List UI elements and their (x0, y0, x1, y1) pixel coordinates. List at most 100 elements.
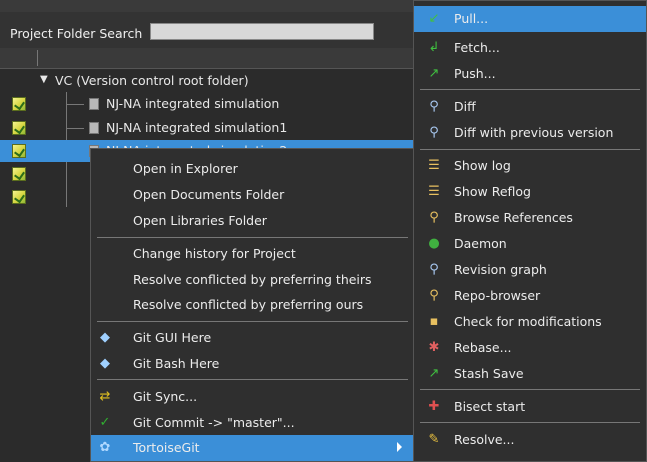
check-modifications-icon: ▪ (429, 314, 439, 329)
search-input[interactable] (150, 23, 374, 40)
menu-separator (420, 422, 640, 423)
expand-triangle-icon[interactable]: ▼ (40, 74, 48, 85)
menu-item-label: Diff (454, 99, 476, 114)
stash-save-icon: ↗ (428, 366, 440, 381)
menu-item-label: TortoiseGit (133, 440, 200, 455)
submenu-arrow-icon (397, 442, 402, 452)
diff-icon: ⚲ (429, 99, 439, 114)
bisect-start-icon: ✚ (428, 399, 440, 414)
git-status-icon (12, 144, 26, 158)
menu-open-documents-folder[interactable]: Open Documents Folder (91, 182, 414, 207)
revision-graph-icon: ⚲ (429, 262, 439, 277)
menu-open-in-explorer[interactable]: Open in Explorer (91, 156, 414, 181)
search-label: Project Folder Search (10, 26, 143, 41)
fetch-icon: ↲ (428, 40, 440, 55)
project-icon (89, 98, 99, 110)
menu-separator (420, 89, 640, 90)
menu-item-label: Fetch... (454, 40, 500, 55)
tortoisegit-submenu: ↙ Pull... ↲ Fetch... ↗ Push... ⚲ Diff ⚲ … (413, 0, 647, 462)
tree-item-label: NJ-NA integrated simulation1 (106, 120, 288, 135)
menu-item-label: Daemon (454, 236, 507, 251)
menu-git-gui-here[interactable]: ◆ Git GUI Here (91, 325, 414, 350)
submenu-diff[interactable]: ⚲ Diff (414, 94, 646, 119)
submenu-daemon[interactable]: ● Daemon (414, 231, 646, 256)
menu-item-label: Resolve... (454, 432, 515, 447)
git-status-icon (12, 167, 26, 181)
menu-git-sync[interactable]: ⇄ Git Sync... (91, 384, 414, 409)
tree-item-1[interactable]: NJ-NA integrated simulation (0, 93, 414, 115)
menu-item-label: Bisect start (454, 399, 526, 414)
menu-item-label: Resolve conflicted by preferring theirs (133, 272, 372, 287)
tree-column-header (0, 48, 414, 69)
menu-open-libraries-folder[interactable]: Open Libraries Folder (91, 208, 414, 233)
git-status-icon (12, 121, 26, 135)
menu-git-commit[interactable]: ✓ Git Commit -> "master"... (91, 410, 414, 435)
git-commit-icon: ✓ (99, 415, 111, 430)
submenu-show-reflog[interactable]: ☰ Show Reflog (414, 179, 646, 204)
submenu-diff-previous[interactable]: ⚲ Diff with previous version (414, 120, 646, 145)
menu-separator (420, 389, 640, 390)
git-sync-icon: ⇄ (99, 389, 111, 404)
menu-separator (97, 321, 408, 322)
menu-item-label: Rebase... (454, 340, 512, 355)
submenu-fetch[interactable]: ↲ Fetch... (414, 35, 646, 60)
menu-item-label: Diff with previous version (454, 125, 614, 140)
menu-resolve-ours[interactable]: Resolve conflicted by preferring ours (91, 292, 414, 317)
git-status-icon (12, 97, 26, 111)
menu-item-label: Git Commit -> "master"... (133, 415, 295, 430)
menu-tortoisegit[interactable]: ✿ TortoiseGit (91, 435, 414, 461)
menu-item-label: Revision graph (454, 262, 547, 277)
menu-item-label: Open Documents Folder (133, 187, 285, 202)
menu-item-label: Pull... (454, 11, 489, 26)
submenu-show-log[interactable]: ☰ Show log (414, 153, 646, 178)
push-icon: ↗ (428, 66, 440, 81)
show-log-icon: ☰ (428, 158, 440, 173)
tree-branch-line (66, 128, 84, 129)
tree-item-2[interactable]: NJ-NA integrated simulation1 (0, 117, 414, 139)
menu-git-bash-here[interactable]: ◆ Git Bash Here (91, 351, 414, 376)
menu-item-label: Open in Explorer (133, 161, 238, 176)
menu-separator (97, 379, 408, 380)
show-reflog-icon: ☰ (428, 184, 440, 199)
rebase-icon: ✱ (428, 340, 440, 355)
menu-item-label: Git GUI Here (133, 330, 212, 345)
daemon-icon: ● (428, 236, 440, 251)
menu-item-label: Push... (454, 66, 496, 81)
submenu-revision-graph[interactable]: ⚲ Revision graph (414, 257, 646, 282)
git-status-icon (12, 190, 26, 204)
submenu-rebase[interactable]: ✱ Rebase... (414, 335, 646, 360)
resolve-icon: ✎ (428, 432, 440, 447)
menu-item-label: Show log (454, 158, 511, 173)
menu-item-label: Resolve conflicted by preferring ours (133, 297, 364, 312)
menu-change-history[interactable]: Change history for Project (91, 241, 414, 266)
menu-item-label: Repo-browser (454, 288, 541, 303)
submenu-check-modifications[interactable]: ▪ Check for modifications (414, 309, 646, 334)
context-menu: Open in Explorer Open Documents Folder O… (90, 148, 414, 462)
submenu-stash-save[interactable]: ↗ Stash Save (414, 361, 646, 386)
browse-references-icon: ⚲ (429, 210, 439, 225)
menu-separator (420, 149, 640, 150)
git-gui-icon: ◆ (100, 330, 110, 345)
menu-resolve-theirs[interactable]: Resolve conflicted by preferring theirs (91, 267, 414, 292)
tree-root-row[interactable]: ▼ VC (Version control root folder) (0, 70, 414, 92)
menu-item-label: Stash Save (454, 366, 524, 381)
menu-item-label: Git Sync... (133, 389, 198, 404)
tree-root-label: VC (Version control root folder) (55, 73, 249, 88)
submenu-bisect-start[interactable]: ✚ Bisect start (414, 394, 646, 419)
column-divider[interactable] (37, 50, 38, 66)
submenu-resolve[interactable]: ✎ Resolve... (414, 427, 646, 452)
menu-item-label: Change history for Project (133, 246, 296, 261)
submenu-repo-browser[interactable]: ⚲ Repo-browser (414, 283, 646, 308)
diff-previous-icon: ⚲ (429, 125, 439, 140)
menu-item-label: Check for modifications (454, 314, 602, 329)
menu-item-label: Browse References (454, 210, 573, 225)
menu-item-label: Show Reflog (454, 184, 531, 199)
panel-top-strip (0, 0, 414, 12)
menu-item-label: Open Libraries Folder (133, 213, 267, 228)
submenu-pull[interactable]: ↙ Pull... (414, 6, 646, 32)
git-bash-icon: ◆ (100, 356, 110, 371)
tortoisegit-icon: ✿ (99, 440, 111, 455)
submenu-browse-references[interactable]: ⚲ Browse References (414, 205, 646, 230)
pull-icon: ↙ (428, 11, 440, 26)
submenu-push[interactable]: ↗ Push... (414, 61, 646, 86)
